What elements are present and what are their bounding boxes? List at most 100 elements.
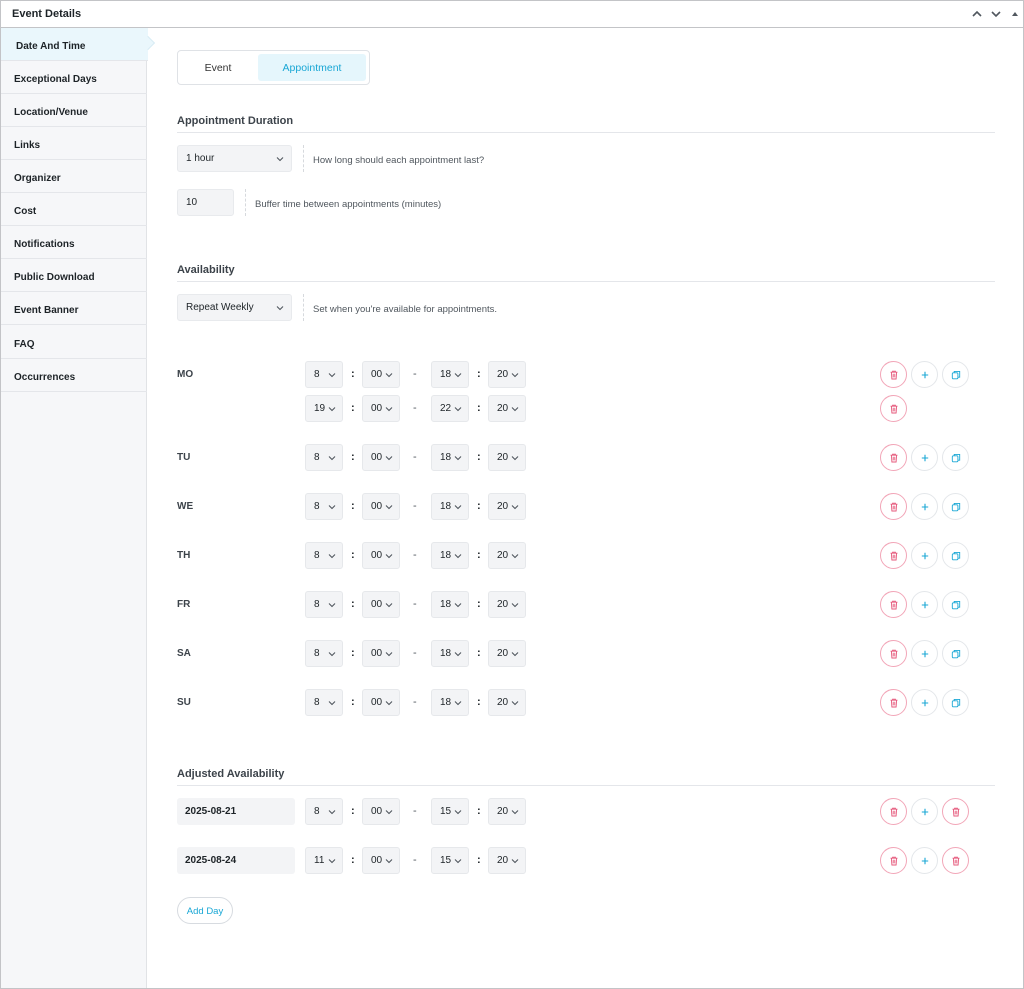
chevron-down-icon xyxy=(511,373,519,378)
start-minute-select[interactable]: 00 xyxy=(362,493,400,520)
sidebar-item-label: Public Download xyxy=(14,272,95,283)
date-field[interactable]: 2025-08-21 xyxy=(177,798,295,825)
time-colon: : xyxy=(351,854,355,866)
end-hour-select[interactable]: 15 xyxy=(431,847,469,874)
end-minute-select[interactable]: 20 xyxy=(488,689,526,716)
delete-slot-button[interactable] xyxy=(880,395,907,422)
sidebar-item-event-banner[interactable]: Event Banner xyxy=(1,292,147,325)
day-label: TH xyxy=(177,550,191,561)
add-slot-button[interactable] xyxy=(911,361,938,388)
start-hour-select[interactable]: 8 xyxy=(305,689,343,716)
copy-slot-button[interactable] xyxy=(942,591,969,618)
sidebar-item-occurrences[interactable]: Occurrences xyxy=(1,359,147,392)
chevron-down-icon xyxy=(276,157,284,162)
start-hour-select[interactable]: 11 xyxy=(305,847,343,874)
chevron-down-icon xyxy=(328,859,336,864)
buffer-input[interactable]: 10 xyxy=(177,189,234,216)
sidebar-item-public-download[interactable]: Public Download xyxy=(1,259,147,292)
add-slot-button[interactable] xyxy=(911,798,938,825)
end-minute-select[interactable]: 20 xyxy=(488,798,526,825)
sidebar-item-exceptional-days[interactable]: Exceptional Days xyxy=(1,61,147,94)
delete-day-button[interactable] xyxy=(942,798,969,825)
tab-appointment[interactable]: Appointment xyxy=(258,54,366,81)
time-colon: : xyxy=(351,500,355,512)
delete-slot-button[interactable] xyxy=(880,640,907,667)
add-slot-button[interactable] xyxy=(911,591,938,618)
sidebar-item-organizer[interactable]: Organizer xyxy=(1,160,147,193)
start-hour-select[interactable]: 8 xyxy=(305,493,343,520)
copy-slot-button[interactable] xyxy=(942,689,969,716)
date-field[interactable]: 2025-08-24 xyxy=(177,847,295,874)
sidebar-item-faq[interactable]: FAQ xyxy=(1,326,147,359)
start-minute-select[interactable]: 00 xyxy=(362,640,400,667)
start-hour-select[interactable]: 8 xyxy=(305,542,343,569)
delete-slot-button[interactable] xyxy=(880,689,907,716)
start-hour-select[interactable]: 8 xyxy=(305,361,343,388)
start-minute-select[interactable]: 00 xyxy=(362,591,400,618)
start-minute-select[interactable]: 00 xyxy=(362,542,400,569)
add-day-button[interactable]: Add Day xyxy=(177,897,233,924)
start-minute-select[interactable]: 00 xyxy=(362,847,400,874)
start-hour-select[interactable]: 8 xyxy=(305,798,343,825)
start-hour-select[interactable]: 8 xyxy=(305,444,343,471)
sidebar-item-notifications[interactable]: Notifications xyxy=(1,226,147,259)
delete-slot-button[interactable] xyxy=(880,798,907,825)
delete-slot-button[interactable] xyxy=(880,444,907,471)
start-minute-select[interactable]: 00 xyxy=(362,395,400,422)
sidebar-item-location-venue[interactable]: Location/Venue xyxy=(1,94,147,127)
duration-select[interactable]: 1 hour xyxy=(177,145,292,172)
end-minute-select[interactable]: 20 xyxy=(488,542,526,569)
delete-day-button[interactable] xyxy=(942,847,969,874)
add-slot-button[interactable] xyxy=(911,847,938,874)
delete-slot-button[interactable] xyxy=(880,542,907,569)
add-slot-button[interactable] xyxy=(911,444,938,471)
tab-event[interactable]: Event xyxy=(181,54,255,81)
end-minute-select[interactable]: 20 xyxy=(488,847,526,874)
end-hour-select[interactable]: 22 xyxy=(431,395,469,422)
collapse-toggle-icon[interactable] xyxy=(1008,7,1022,21)
copy-slot-button[interactable] xyxy=(942,542,969,569)
sidebar-item-date-and-time[interactable]: Date And Time xyxy=(1,28,148,61)
start-hour-select[interactable]: 19 xyxy=(305,395,343,422)
delete-slot-button[interactable] xyxy=(880,847,907,874)
delete-slot-button[interactable] xyxy=(880,361,907,388)
copy-slot-button[interactable] xyxy=(942,361,969,388)
end-minute-select[interactable]: 20 xyxy=(488,640,526,667)
end-minute-select[interactable]: 20 xyxy=(488,361,526,388)
delete-slot-button[interactable] xyxy=(880,591,907,618)
move-down-icon[interactable] xyxy=(989,7,1003,21)
end-hour-select[interactable]: 18 xyxy=(431,361,469,388)
start-minute-select[interactable]: 00 xyxy=(362,689,400,716)
add-slot-button[interactable] xyxy=(911,640,938,667)
copy-slot-button[interactable] xyxy=(942,444,969,471)
end-hour-select[interactable]: 18 xyxy=(431,493,469,520)
start-minute-select-value: 00 xyxy=(371,501,383,512)
chevron-down-icon xyxy=(385,652,393,657)
start-hour-select[interactable]: 8 xyxy=(305,591,343,618)
end-minute-select[interactable]: 20 xyxy=(488,591,526,618)
end-minute-select[interactable]: 20 xyxy=(488,444,526,471)
move-up-icon[interactable] xyxy=(970,7,984,21)
sidebar-item-links[interactable]: Links xyxy=(1,127,147,160)
delete-slot-button[interactable] xyxy=(880,493,907,520)
sidebar-item-cost[interactable]: Cost xyxy=(1,193,147,226)
add-slot-button[interactable] xyxy=(911,493,938,520)
start-minute-select[interactable]: 00 xyxy=(362,361,400,388)
copy-slot-button[interactable] xyxy=(942,493,969,520)
end-minute-select[interactable]: 20 xyxy=(488,493,526,520)
start-minute-select[interactable]: 00 xyxy=(362,798,400,825)
end-minute-select[interactable]: 20 xyxy=(488,395,526,422)
end-hour-select[interactable]: 18 xyxy=(431,591,469,618)
start-minute-select[interactable]: 00 xyxy=(362,444,400,471)
start-hour-select[interactable]: 8 xyxy=(305,640,343,667)
end-hour-select[interactable]: 18 xyxy=(431,444,469,471)
end-hour-select[interactable]: 18 xyxy=(431,640,469,667)
end-hour-select[interactable]: 18 xyxy=(431,542,469,569)
add-slot-button[interactable] xyxy=(911,689,938,716)
copy-slot-button[interactable] xyxy=(942,640,969,667)
repeat-select[interactable]: Repeat Weekly xyxy=(177,294,292,321)
add-slot-button[interactable] xyxy=(911,542,938,569)
end-hour-select[interactable]: 15 xyxy=(431,798,469,825)
end-hour-select-value: 18 xyxy=(440,501,452,512)
end-hour-select[interactable]: 18 xyxy=(431,689,469,716)
